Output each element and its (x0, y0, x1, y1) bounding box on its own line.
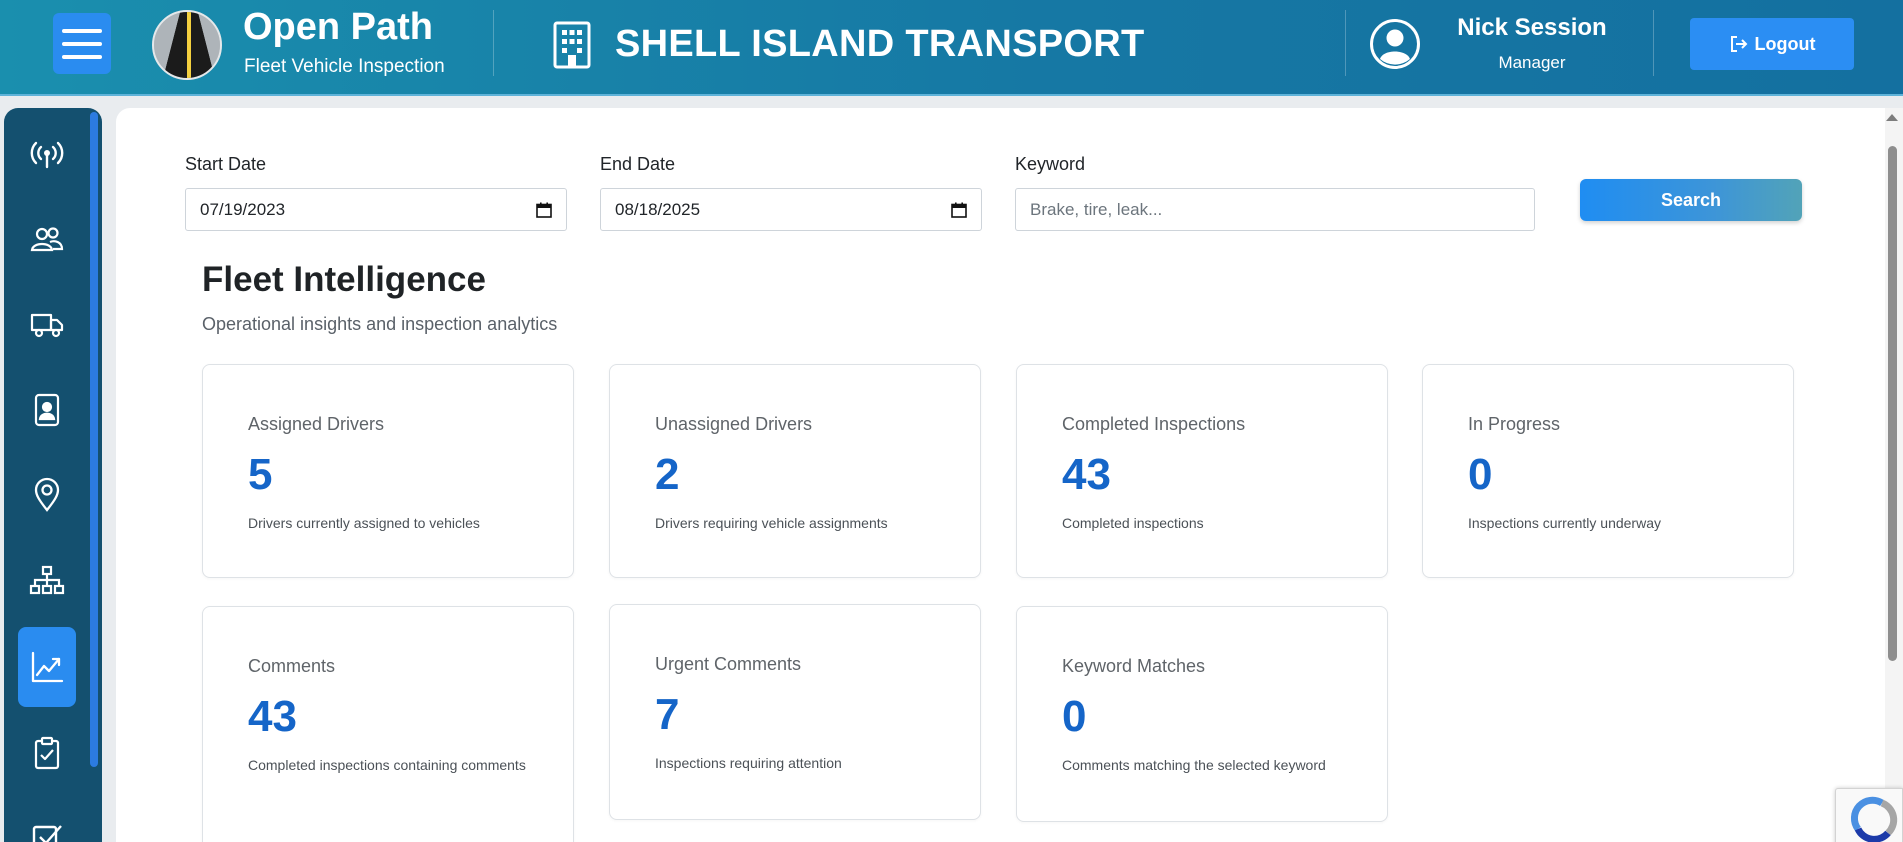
card-description: Inspections currently underway (1468, 515, 1661, 531)
card-value: 43 (1062, 450, 1111, 499)
recaptcha-badge[interactable] (1835, 788, 1903, 842)
id-badge-icon (34, 393, 60, 427)
sidebar-item-live[interactable] (18, 116, 76, 194)
broadcast-icon (30, 141, 64, 169)
card-description: Drivers currently assigned to vehicles (248, 515, 480, 531)
sidebar-item-organization[interactable] (18, 541, 76, 619)
stat-card-assigned-drivers: Assigned Drivers 5 Drivers currently ass… (202, 364, 574, 578)
page-title: Fleet Intelligence (202, 260, 486, 299)
card-label: Urgent Comments (655, 654, 802, 674)
stat-card-unassigned-drivers: Unassigned Drivers 2 Drivers requiring v… (609, 364, 981, 578)
hamburger-bar (62, 41, 102, 46)
end-date-label: End Date (600, 154, 676, 174)
stat-card-keyword-matches: Keyword Matches 0 Comments matching the … (1016, 606, 1388, 822)
card-description: Inspections requiring attention (655, 755, 842, 771)
brand-title: Open Path (243, 6, 434, 48)
card-value: 43 (248, 692, 297, 741)
logout-button[interactable]: Logout (1690, 18, 1854, 70)
start-date-label: Start Date (185, 154, 267, 174)
end-date-value: 08/18/2025 (615, 199, 701, 219)
card-label: Assigned Drivers (248, 414, 385, 434)
end-date-input[interactable]: 08/18/2025 (600, 188, 982, 231)
calendar-icon[interactable] (536, 202, 552, 218)
top-header: Open Path Fleet Vehicle Inspection SHELL… (0, 0, 1903, 96)
card-value: 0 (1062, 692, 1087, 741)
start-date-value: 07/19/2023 (200, 199, 286, 219)
stat-card-urgent-comments: Urgent Comments 7 Inspections requiring … (609, 604, 981, 820)
checkbox-icon (32, 825, 62, 842)
location-pin-icon (34, 477, 60, 512)
card-value: 0 (1468, 450, 1493, 499)
users-icon (30, 227, 64, 252)
hamburger-bar (62, 28, 102, 33)
card-label: Unassigned Drivers (655, 414, 813, 434)
sidebar-scrollbar[interactable] (90, 112, 98, 767)
logout-icon (1730, 36, 1747, 52)
header-divider (1345, 10, 1346, 76)
card-label: Keyword Matches (1062, 656, 1206, 676)
search-button[interactable]: Search (1580, 179, 1802, 221)
card-description: Drivers requiring vehicle assignments (655, 515, 888, 531)
start-date-input[interactable]: 07/19/2023 (185, 188, 567, 231)
brand-logo (152, 10, 222, 80)
logout-label: Logout (1754, 33, 1816, 54)
calendar-icon[interactable] (951, 202, 967, 218)
card-value: 7 (655, 690, 680, 739)
recaptcha-logo-icon (1851, 796, 1898, 842)
keyword-input[interactable] (1015, 188, 1535, 231)
stat-card-in-progress: In Progress 0 Inspections currently unde… (1422, 364, 1794, 578)
sidebar-item-analytics[interactable] (18, 627, 76, 707)
page-scroll-thumb[interactable] (1888, 146, 1897, 661)
stat-card-completed-inspections: Completed Inspections 43 Completed inspe… (1016, 364, 1388, 578)
card-description: Comments matching the selected keyword (1062, 757, 1326, 773)
hamburger-bar (62, 54, 102, 59)
sidebar-item-drivers[interactable] (18, 371, 76, 449)
card-value: 5 (248, 450, 273, 499)
graph-up-icon (31, 651, 64, 683)
sidebar-item-locations[interactable] (18, 456, 76, 534)
card-description: Completed inspections (1062, 515, 1204, 531)
card-label: In Progress (1468, 414, 1561, 434)
card-value: 2 (655, 450, 680, 499)
card-description: Completed inspections containing comment… (248, 757, 526, 773)
sidebar-item-vehicles[interactable] (18, 286, 76, 364)
org-chart-icon (29, 565, 65, 595)
page-subtitle: Operational insights and inspection anal… (202, 314, 558, 334)
card-label: Completed Inspections (1062, 414, 1246, 434)
user-name: Nick Session (1457, 14, 1607, 41)
road-logo-icon (154, 12, 220, 78)
truck-icon (30, 313, 64, 338)
brand-subtitle: Fleet Vehicle Inspection (244, 56, 445, 77)
building-icon (553, 21, 591, 69)
scroll-up-arrow-icon[interactable] (1886, 114, 1898, 121)
header-divider (1653, 10, 1654, 76)
user-avatar-icon[interactable] (1369, 18, 1421, 70)
header-divider (493, 10, 494, 76)
hamburger-menu-button[interactable] (53, 13, 111, 74)
stat-card-comments: Comments 43 Completed inspections contai… (202, 606, 574, 842)
keyword-label: Keyword (1015, 154, 1086, 174)
sidebar-item-inspections[interactable] (18, 714, 76, 792)
company-name: SHELL ISLAND TRANSPORT (615, 23, 1145, 65)
sidebar-item-tasks[interactable] (18, 799, 76, 842)
user-role: Manager (1498, 53, 1566, 72)
sidebar-item-users[interactable] (18, 201, 76, 279)
clipboard-check-icon (34, 736, 60, 770)
card-label: Comments (248, 656, 336, 676)
